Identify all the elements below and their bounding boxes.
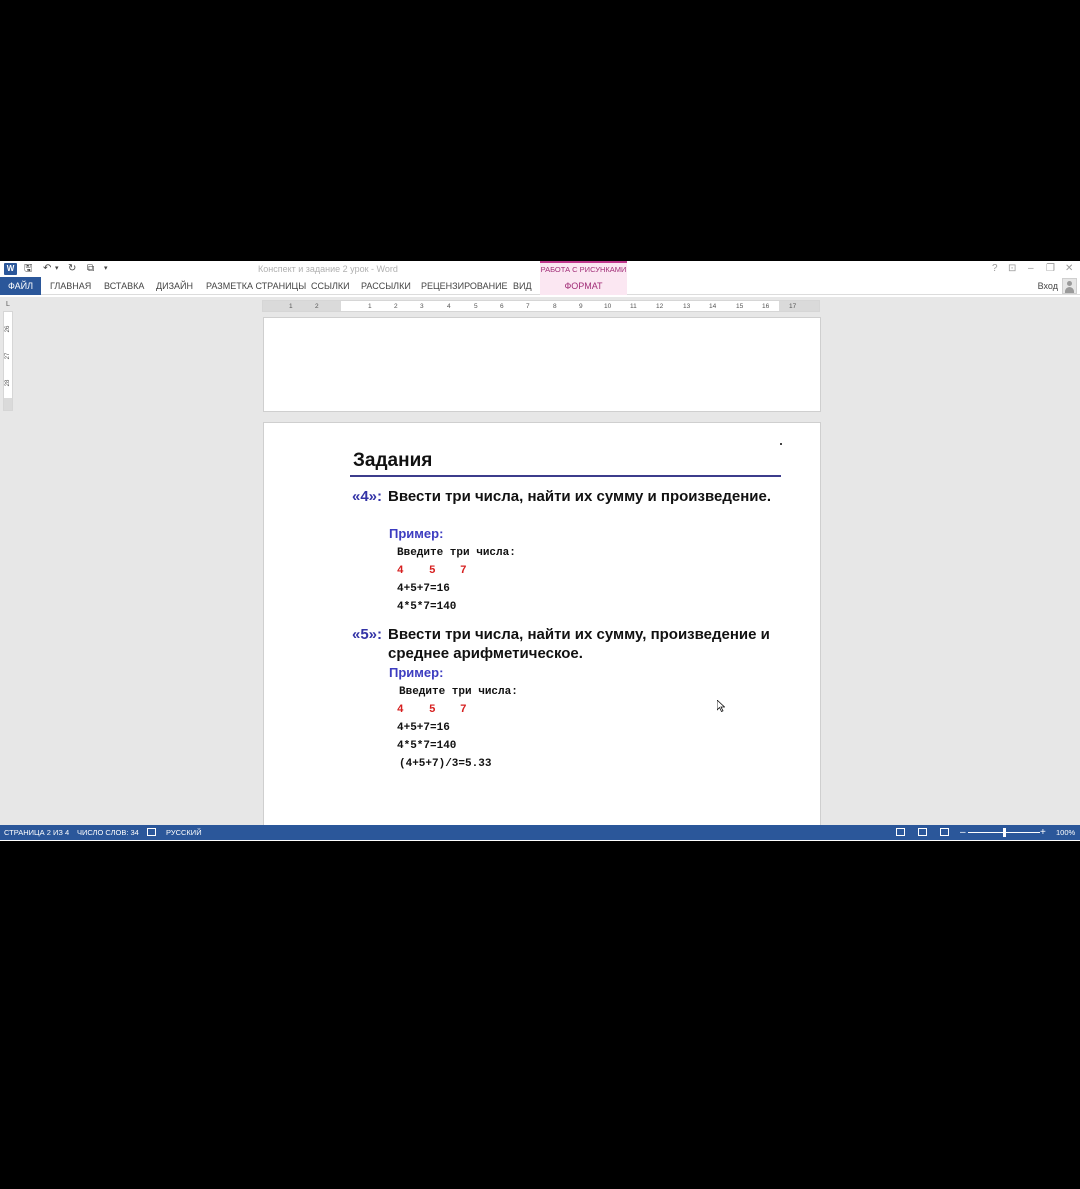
ruler-tick: 5 [474, 303, 478, 310]
document-workspace[interactable]: L 1 2 1 2 3 4 5 6 7 8 9 10 11 12 13 14 1… [0, 297, 1080, 825]
tab-review[interactable]: РЕЦЕНЗИРОВАНИЕ [421, 277, 508, 295]
ruler-tick: 28 [5, 379, 11, 387]
web-layout-icon[interactable] [940, 828, 949, 836]
ruler-tick: 26 [5, 325, 11, 333]
ruler-tick: 2 [315, 303, 319, 310]
restore-icon[interactable]: ❐ [1046, 263, 1055, 275]
example-output: 4*5*7=140 [397, 740, 457, 752]
print-layout-icon[interactable] [918, 828, 927, 836]
task-text: Ввести три числа, найти их сумму, произв… [388, 626, 770, 662]
picture-tools-context-title: РАБОТА С РИСУНКАМИ [540, 261, 627, 277]
status-bar: СТРАНИЦА 2 ИЗ 4 ЧИСЛО СЛОВ: 34 РУССКИЙ –… [0, 825, 1080, 840]
user-avatar-icon[interactable] [1062, 278, 1077, 294]
input-number: 7 [460, 704, 467, 716]
example-label: Пример: [389, 665, 444, 680]
ruler-left-margin [263, 301, 341, 311]
save-icon[interactable]: 🖫 [24, 263, 33, 275]
ribbon-tabs: ФАЙЛ ГЛАВНАЯ ВСТАВКА ДИЗАЙН РАЗМЕТКА СТР… [0, 277, 1080, 295]
slide-title: Задания [353, 450, 433, 471]
tab-design[interactable]: ДИЗАЙН [156, 277, 193, 295]
ruler-tick: 1 [368, 303, 372, 310]
example-output: 4+5+7=16 [397, 583, 450, 595]
zoom-in-button[interactable]: + [1040, 825, 1046, 840]
horizontal-ruler[interactable]: 1 2 1 2 3 4 5 6 7 8 9 10 11 12 13 14 15 … [262, 300, 820, 312]
close-icon[interactable]: ✕ [1065, 263, 1073, 275]
zoom-slider-thumb[interactable] [1003, 828, 1006, 837]
ruler-tick: 3 [420, 303, 424, 310]
input-number: 4 [397, 704, 404, 716]
proofing-icon[interactable] [147, 828, 156, 836]
tab-view[interactable]: ВИД [513, 277, 532, 295]
customize-toolbar-icon[interactable]: ▾ [104, 263, 108, 275]
page-count[interactable]: СТРАНИЦА 2 ИЗ 4 [4, 825, 69, 840]
zoom-out-button[interactable]: – [960, 825, 966, 840]
ruler-tick: 11 [630, 303, 637, 310]
input-number: 5 [429, 565, 436, 577]
task-text: Ввести три числа, найти их сумму и произ… [388, 488, 772, 505]
ruler-tick: 14 [709, 303, 717, 310]
minimize-icon[interactable]: – [1028, 263, 1034, 275]
language-indicator[interactable]: РУССКИЙ [166, 825, 202, 840]
example-label: Пример: [389, 526, 444, 541]
task-number: «4»: [352, 488, 383, 505]
ruler-tick: 9 [579, 303, 583, 310]
ribbon-display-options-icon[interactable]: ⊡ [1008, 263, 1016, 275]
undo-dropdown-icon[interactable]: ▾ [55, 263, 59, 275]
ruler-tick: 4 [447, 303, 451, 310]
vertical-ruler[interactable]: 26 27 28 [3, 311, 13, 411]
page-1-bottom[interactable] [263, 317, 821, 412]
tab-file[interactable]: ФАЙЛ [0, 277, 41, 295]
example-output: 4*5*7=140 [397, 601, 457, 613]
page-dot-mark [780, 443, 782, 445]
tab-mailings[interactable]: РАССЫЛКИ [361, 277, 411, 295]
title-underline [350, 475, 781, 477]
touch-mode-icon[interactable]: ⧉ [87, 263, 94, 275]
document-title: Конспект и задание 2 урок - Word [258, 264, 398, 274]
title-bar: W 🖫 ↶ ▾ ↻ ⧉ ▾ Конспект и задание 2 урок … [0, 261, 1080, 277]
ruler-tick: 12 [656, 303, 664, 310]
ruler-tick: 17 [789, 303, 797, 310]
ruler-bottom-margin [4, 398, 12, 410]
sign-in-link[interactable]: Вход [1038, 277, 1058, 295]
example-output: 4+5+7=16 [397, 722, 450, 734]
tab-references[interactable]: ССЫЛКИ [311, 277, 350, 295]
read-mode-icon[interactable] [896, 828, 905, 836]
task-number: «5»: [352, 626, 383, 643]
ruler-tick: 8 [553, 303, 557, 310]
word-count[interactable]: ЧИСЛО СЛОВ: 34 [77, 825, 139, 840]
input-number: 4 [397, 565, 404, 577]
ruler-tick: 15 [736, 303, 744, 310]
zoom-level[interactable]: 100% [1056, 825, 1075, 840]
input-number: 7 [460, 565, 467, 577]
word-window: W 🖫 ↶ ▾ ↻ ⧉ ▾ Конспект и задание 2 урок … [0, 261, 1080, 841]
ruler-tick: 6 [500, 303, 504, 310]
ruler-tick: 10 [604, 303, 612, 310]
ruler-tick: 1 [289, 303, 293, 310]
ruler-tick: 7 [526, 303, 530, 310]
undo-icon[interactable]: ↶ [43, 263, 51, 275]
example-output: (4+5+7)/3=5.33 [399, 758, 492, 770]
ruler-tick: 16 [762, 303, 770, 310]
example-prompt: Введите три числа: [399, 686, 518, 698]
tab-page-layout[interactable]: РАЗМЕТКА СТРАНИЦЫ [206, 277, 306, 295]
help-icon[interactable]: ? [992, 263, 998, 275]
ruler-tick: 2 [394, 303, 398, 310]
redo-icon[interactable]: ↻ [68, 263, 76, 275]
tab-insert[interactable]: ВСТАВКА [104, 277, 144, 295]
tab-stop-selector[interactable]: L [3, 301, 13, 309]
tab-home[interactable]: ГЛАВНАЯ [50, 277, 91, 295]
page-2[interactable]: Задания «4»: Ввести три числа, найти их … [263, 422, 821, 825]
input-number: 5 [429, 704, 436, 716]
ruler-tick: 13 [683, 303, 691, 310]
ruler-tick: 27 [5, 352, 11, 360]
tab-format[interactable]: ФОРМАТ [540, 277, 627, 295]
example-prompt: Введите три числа: [397, 547, 516, 559]
word-app-icon[interactable]: W [4, 263, 17, 275]
ruler-right-margin [779, 301, 819, 311]
